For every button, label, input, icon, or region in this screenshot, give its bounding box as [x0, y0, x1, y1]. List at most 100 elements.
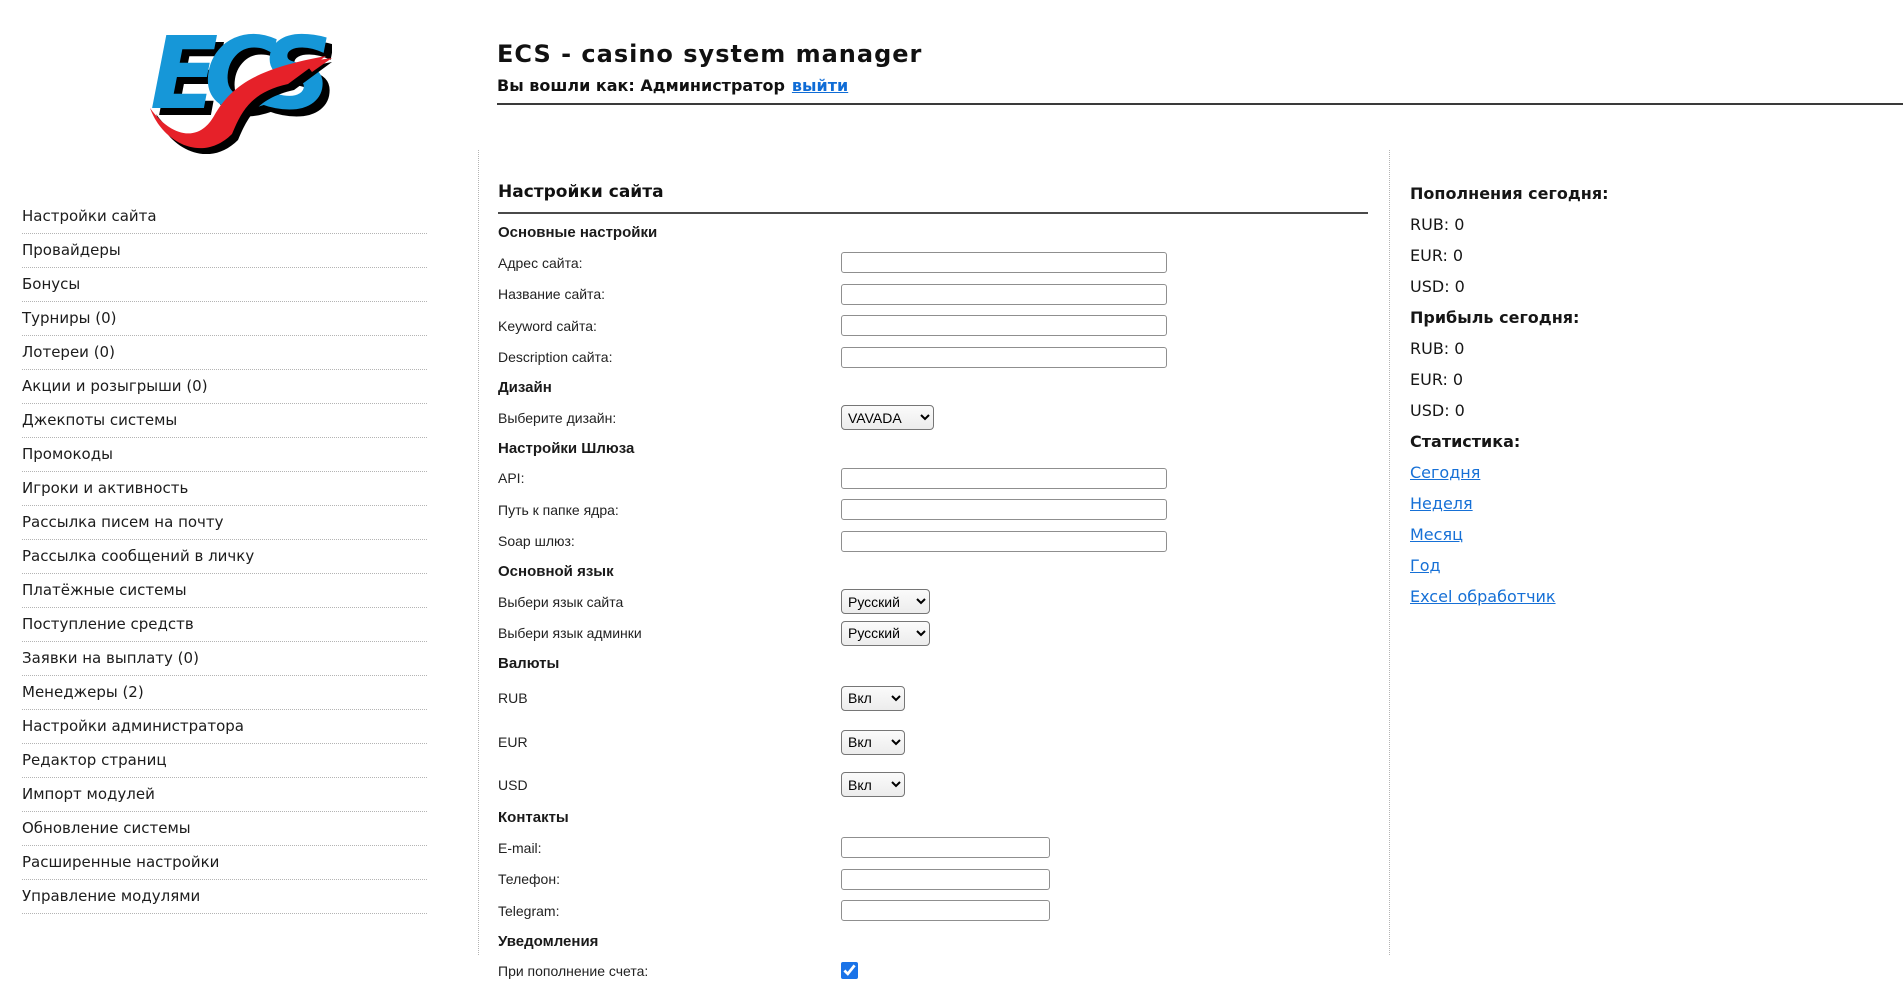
stats-value: USD: 0: [1410, 401, 1465, 420]
header-divider: [497, 103, 1903, 105]
form-section-notifications: Уведомления При пополнение счета:: [498, 927, 1368, 986]
field-label: EUR: [498, 734, 528, 750]
sidebar-item[interactable]: Заявки на выплату (0): [22, 642, 427, 676]
sidebar-item[interactable]: Акции и розыгрыши (0): [22, 370, 427, 404]
sidebar-item[interactable]: Лотереи (0): [22, 336, 427, 370]
field-label: Выберите дизайн:: [498, 409, 617, 426]
field-label: USD: [498, 776, 528, 793]
form-row: RUB Вкл: [498, 678, 1368, 718]
section-header: Основной язык: [498, 563, 614, 580]
sidebar-item[interactable]: Импорт модулей: [22, 778, 427, 812]
section-header: Дизайн: [498, 379, 552, 396]
section-header: Уведомления: [498, 932, 599, 950]
stats-link-row: Неделя: [1410, 488, 1690, 519]
stats-group-header: Пополнения сегодня:: [1410, 184, 1609, 203]
sidebar-item[interactable]: Игроки и активность: [22, 472, 427, 506]
stats-value: RUB: 0: [1410, 215, 1465, 234]
field-label: Telegram:: [498, 902, 560, 919]
form-row: USD Вкл: [498, 766, 1368, 803]
field-label: RUB: [498, 690, 528, 706]
section-header: Основные настройки: [498, 224, 658, 241]
field-label: Название сайта:: [498, 286, 605, 303]
left-content-divider: [478, 150, 479, 955]
form-section-language: Основной язык Выбери язык сайта Русский Выб…: [498, 557, 1368, 649]
field-label: Путь к папке ядра:: [498, 501, 619, 518]
form-row: Адрес сайта:: [498, 247, 1368, 279]
sidebar-item[interactable]: Поступление средств: [22, 608, 427, 642]
sidebar-item[interactable]: Рассылка сообщений в личку: [22, 540, 427, 574]
login-status: Вы вошли как: Администратор выйти: [497, 76, 848, 95]
field-label: E-mail:: [498, 839, 542, 856]
form-row: Путь к папке ядра:: [498, 494, 1368, 526]
sidebar-item[interactable]: Джекпоты системы: [22, 404, 427, 438]
stats-link[interactable]: Сегодня: [1410, 463, 1480, 482]
stats-group-header: Прибыль сегодня:: [1410, 308, 1580, 327]
form-row: Выбери язык сайта Русский: [498, 586, 1368, 618]
stats-panel: Пополнения сегодня: RUB: 0 EUR: 0 USD: 0 При…: [1410, 178, 1690, 612]
sidebar-item[interactable]: Настройки сайта: [22, 200, 427, 234]
deposit-notify-checkbox[interactable]: [841, 962, 858, 979]
form-section-currencies: Валюты RUB Вкл EUR Вкл USD Вкл: [498, 649, 1368, 803]
logout-link[interactable]: выйти: [792, 76, 848, 95]
sidebar-item[interactable]: Редактор страниц: [22, 744, 427, 778]
stats-value: RUB: 0: [1410, 339, 1465, 358]
api-field[interactable]: [841, 467, 1167, 489]
rub-toggle-select[interactable]: Вкл: [841, 685, 905, 711]
form-row: При пополнение счета:: [498, 956, 1368, 986]
stats-link-row: Год: [1410, 550, 1690, 581]
form-row: Выбери язык админки Русский: [498, 618, 1368, 650]
sidebar-item[interactable]: Менеджеры (2): [22, 676, 427, 710]
section-header: Контакты: [498, 809, 569, 826]
form-section-gateway: Настройки Шлюза API: Путь к папке ядра: Soa…: [498, 434, 1368, 558]
content-title: Настройки сайта: [498, 182, 1368, 214]
sidebar-item[interactable]: Бонусы: [22, 268, 427, 302]
sidebar-item[interactable]: Промокоды: [22, 438, 427, 472]
stats-link[interactable]: Неделя: [1410, 494, 1473, 513]
form-section-design: Дизайн Выберите дизайн: VAVADA: [498, 373, 1368, 434]
stats-link[interactable]: Месяц: [1410, 525, 1463, 544]
form-row: Keyword сайта:: [498, 310, 1368, 342]
site-description-field[interactable]: [841, 346, 1167, 368]
form-row: Телефон:: [498, 864, 1368, 896]
core-path-field[interactable]: [841, 499, 1167, 521]
sidebar-item[interactable]: Настройки администратора: [22, 710, 427, 744]
stats-link-row: Excel обработчик: [1410, 581, 1690, 612]
stats-group-header: Статистика:: [1410, 432, 1521, 451]
sidebar-item[interactable]: Турниры (0): [22, 302, 427, 336]
form-row: EUR Вкл: [498, 718, 1368, 766]
field-label: При пополнение счета:: [498, 962, 649, 979]
site-name-field[interactable]: [841, 283, 1167, 305]
telegram-field[interactable]: [841, 900, 1050, 922]
sidebar-item[interactable]: Управление модулями: [22, 880, 427, 914]
email-field[interactable]: [841, 837, 1050, 859]
form-row: Soap шлюз:: [498, 526, 1368, 558]
section-header: Валюты: [498, 655, 560, 672]
stats-link-row: Сегодня: [1410, 457, 1690, 488]
usd-toggle-select[interactable]: Вкл: [841, 772, 905, 797]
sidebar-item[interactable]: Обновление системы: [22, 812, 427, 846]
form-row: Telegram:: [498, 895, 1368, 927]
field-label: Description сайта:: [498, 349, 613, 366]
admin-language-select[interactable]: Русский: [841, 620, 930, 646]
sidebar-item[interactable]: Провайдеры: [22, 234, 427, 268]
site-language-select[interactable]: Русский: [841, 589, 930, 615]
eur-toggle-select[interactable]: Вкл: [841, 729, 905, 755]
right-content-divider: [1389, 150, 1390, 955]
soap-gateway-field[interactable]: [841, 530, 1167, 552]
sidebar-item[interactable]: Рассылка писем на почту: [22, 506, 427, 540]
stats-value: EUR: 0: [1410, 246, 1464, 265]
stats-link[interactable]: Год: [1410, 556, 1441, 575]
stats-link[interactable]: Excel обработчик: [1410, 587, 1556, 606]
form-row: Description сайта:: [498, 342, 1368, 374]
field-label: Выбери язык сайта: [498, 593, 624, 610]
form-row: API:: [498, 463, 1368, 495]
sidebar-item[interactable]: Расширенные настройки: [22, 846, 427, 880]
sidebar-item[interactable]: Платёжные системы: [22, 574, 427, 608]
design-select[interactable]: VAVADA: [841, 405, 934, 431]
site-keyword-field[interactable]: [841, 315, 1167, 337]
stats-link-row: Месяц: [1410, 519, 1690, 550]
site-address-field[interactable]: [841, 252, 1167, 274]
field-label: Keyword сайта:: [498, 317, 597, 334]
field-label: Soap шлюз:: [498, 533, 575, 550]
phone-field[interactable]: [841, 868, 1050, 890]
